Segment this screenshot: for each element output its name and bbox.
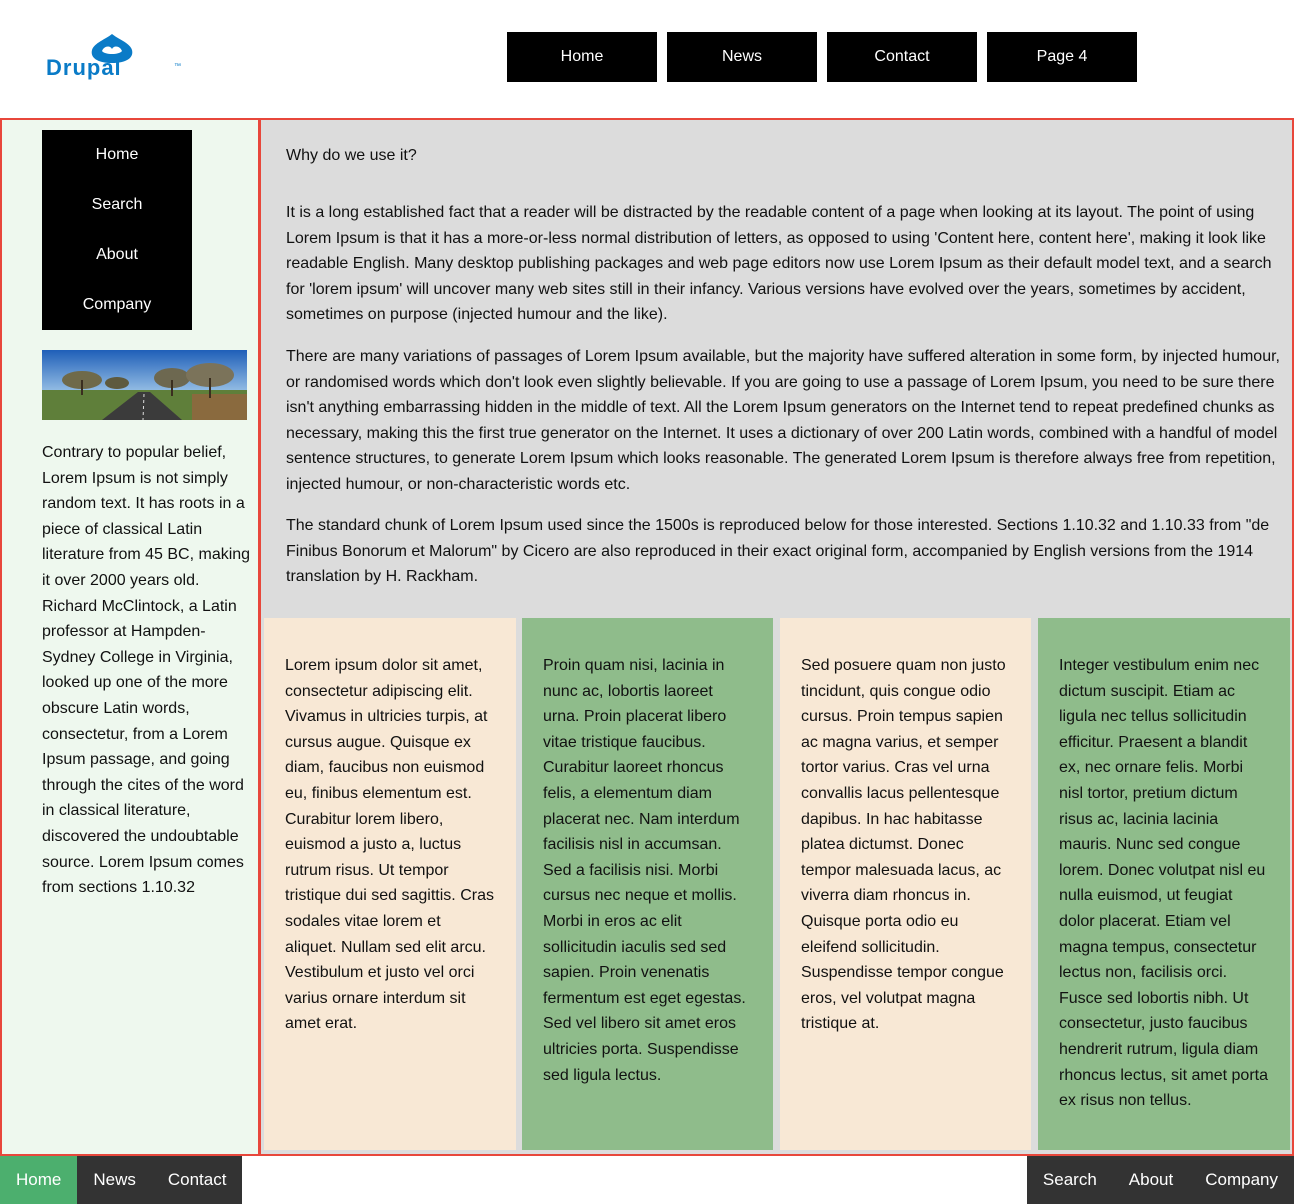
sidebar-item-about[interactable]: About	[42, 230, 192, 280]
paragraph-2: There are many variations of passages of…	[286, 348, 1280, 493]
footer-item-company[interactable]: Company	[1189, 1156, 1294, 1204]
content-frame: Home Search About Company Contrary to po…	[0, 118, 1294, 1156]
footer-nav-right: Search About Company	[1026, 1156, 1294, 1204]
main-content: Why do we use it? It is a long establish…	[261, 120, 1292, 1154]
paragraph-1: It is a long established fact that a rea…	[286, 204, 1272, 324]
sidebar-menu: Home Search About Company	[42, 130, 192, 330]
sidebar-item-company[interactable]: Company	[42, 280, 192, 330]
drupal-logo[interactable]: Drupal ™	[46, 33, 188, 83]
logo-text: Drupal	[46, 55, 122, 80]
footer-item-home[interactable]: Home	[0, 1156, 78, 1204]
footer-item-search[interactable]: Search	[1026, 1156, 1113, 1204]
footer-item-about[interactable]: About	[1112, 1156, 1190, 1204]
header: Drupal ™ Home News Contact Page 4	[0, 0, 1294, 118]
landscape-image	[42, 350, 247, 420]
column-3: Sed posuere quam non justo tincidunt, qu…	[780, 618, 1031, 1150]
footer-item-contact[interactable]: Contact	[151, 1156, 243, 1204]
top-nav-page-4[interactable]: Page 4	[987, 32, 1137, 82]
sidebar-item-search[interactable]: Search	[42, 180, 192, 230]
column-4: Integer vestibulum enim nec dictum susci…	[1038, 618, 1290, 1150]
top-nav-news[interactable]: News	[667, 32, 817, 82]
logo-trademark: ™	[174, 63, 181, 70]
page-title: Why do we use it?	[286, 147, 417, 164]
top-nav-contact[interactable]: Contact	[827, 32, 977, 82]
sidebar-item-home[interactable]: Home	[42, 130, 192, 180]
column-1: Lorem ipsum dolor sit amet, consectetur …	[264, 618, 516, 1150]
paragraph-3: The standard chunk of Lorem Ipsum used s…	[286, 517, 1270, 586]
footer-nav-left: Home News Contact	[0, 1156, 243, 1204]
top-nav-home[interactable]: Home	[507, 32, 657, 82]
sidebar: Home Search About Company Contrary to po…	[2, 120, 261, 1154]
footer-item-news[interactable]: News	[77, 1156, 152, 1204]
column-2: Proin quam nisi, lacinia in nunc ac, lob…	[522, 618, 773, 1150]
sidebar-text: Contrary to popular belief, Lorem Ipsum …	[42, 444, 251, 897]
